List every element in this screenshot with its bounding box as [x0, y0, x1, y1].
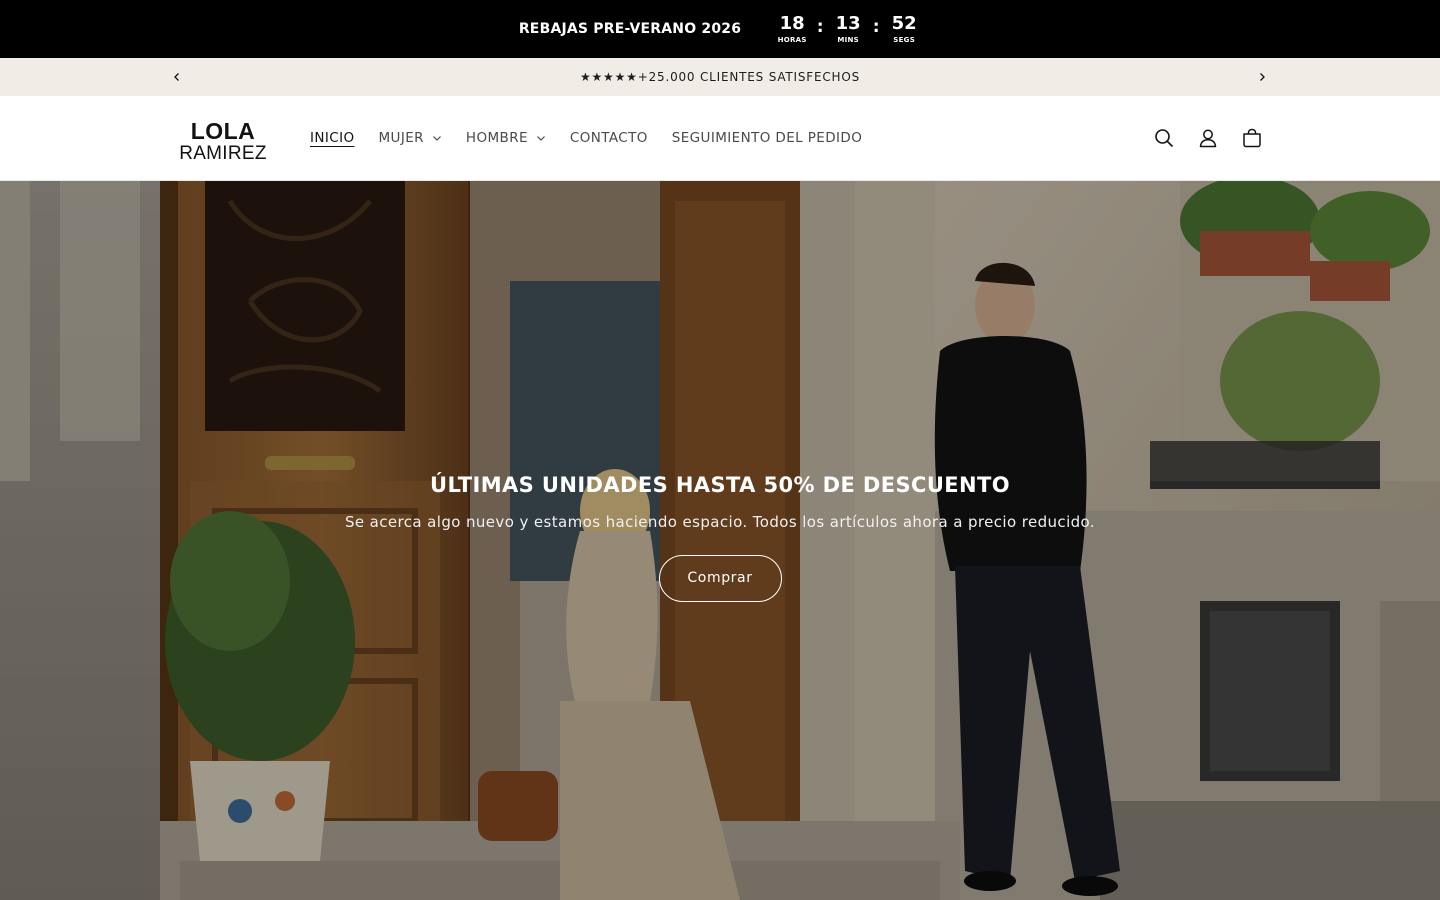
nav-item-hombre[interactable]: HOMBRE: [466, 130, 546, 146]
hero-banner: ÚLTIMAS UNIDADES HASTA 50% DE DESCUENTO …: [0, 181, 1440, 900]
hero-content: ÚLTIMAS UNIDADES HASTA 50% DE DESCUENTO …: [0, 473, 1440, 602]
search-icon[interactable]: [1150, 124, 1178, 152]
timer-hours-value: 18: [779, 13, 805, 34]
chevron-down-icon: [536, 136, 545, 141]
timer-minutes: 13 MINS: [831, 13, 865, 45]
nav-item-inicio[interactable]: INICIO: [310, 130, 355, 146]
timer-minutes-value: 13: [835, 13, 861, 34]
hero-subtitle: Se acerca algo nuevo y estamos haciendo …: [344, 513, 1096, 531]
account-icon[interactable]: [1194, 124, 1222, 152]
nav-item-seguimiento[interactable]: SEGUIMIENTO DEL PEDIDO: [672, 130, 862, 146]
timer-seconds: 52 SEGS: [887, 13, 921, 45]
nav-item-label: HOMBRE: [465, 130, 528, 146]
announcement-text: ★★★★★+25.000 CLIENTES SATISFECHOS: [579, 70, 861, 84]
nav-item-mujer[interactable]: MUJER: [379, 130, 442, 146]
countdown-title: REBAJAS PRE-VERANO 2026: [518, 21, 742, 37]
timer-seconds-label: SEGS: [893, 36, 916, 44]
nav-item-contacto[interactable]: CONTACTO: [570, 130, 648, 146]
timer-seconds-value: 52: [891, 13, 917, 34]
timer-minutes-label: MINS: [837, 36, 859, 44]
chevron-right-icon[interactable]: [1252, 67, 1272, 87]
nav-item-label: MUJER: [378, 130, 424, 146]
hero-title: ÚLTIMAS UNIDADES HASTA 50% DE DESCUENTO: [430, 473, 1010, 497]
timer-separator: :: [816, 17, 824, 37]
logo-top-text: LOLA: [190, 118, 256, 144]
countdown-timer: 18 HORAS : 13 MINS : 52 SEGS: [775, 13, 921, 45]
main-nav: INICIO MUJER HOMBRE CONTACTO SEGUIMIENTO…: [310, 96, 886, 180]
logo-bottom-text: RAMIREZ: [179, 143, 267, 164]
timer-hours-label: HORAS: [777, 36, 807, 44]
countdown-bar: REBAJAS PRE-VERANO 2026 18 HORAS : 13 MI…: [0, 0, 1440, 58]
store-logo[interactable]: LOLA RAMIREZ: [178, 118, 268, 164]
timer-hours: 18 HORAS: [775, 13, 809, 45]
chevron-left-icon[interactable]: [167, 67, 187, 87]
timer-separator: :: [872, 17, 880, 37]
shop-button[interactable]: Comprar: [658, 555, 782, 602]
cart-icon[interactable]: [1238, 124, 1266, 152]
header-icons: [1150, 124, 1282, 152]
announcement-bar: ★★★★★+25.000 CLIENTES SATISFECHOS: [0, 58, 1440, 96]
chevron-down-icon: [432, 136, 441, 141]
site-header: LOLA RAMIREZ INICIO MUJER HOMBRE CONTACT…: [0, 96, 1440, 181]
